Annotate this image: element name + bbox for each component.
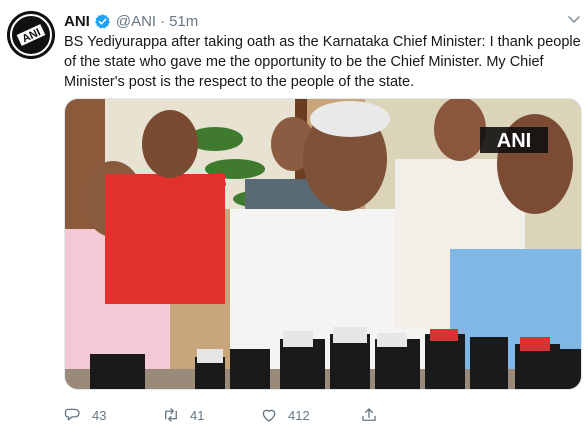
share-button[interactable] xyxy=(360,404,378,426)
timestamp[interactable]: 51m xyxy=(169,13,198,30)
tweet-header: ANI @ANI · 51m xyxy=(64,11,198,31)
verified-badge-icon xyxy=(94,13,111,30)
retweet-icon xyxy=(165,408,177,422)
heart-icon xyxy=(262,409,276,422)
separator-dot: · xyxy=(160,12,166,30)
tweet-text: BS Yediyurappa after taking oath as the … xyxy=(64,34,581,90)
share-icon xyxy=(362,408,376,421)
reply-count: 43 xyxy=(92,407,107,423)
reply-icon xyxy=(64,408,80,421)
like-count: 412 xyxy=(288,407,310,423)
like-button[interactable]: 412 xyxy=(260,404,310,426)
retweet-count: 41 xyxy=(190,407,205,423)
author-handle[interactable]: @ANI xyxy=(116,13,156,30)
tweet-media-image[interactable]: ANI xyxy=(64,98,582,390)
retweet-button[interactable]: 41 xyxy=(162,404,204,426)
chevron-down-icon[interactable] xyxy=(568,16,580,26)
ani-logo-icon: ANI xyxy=(7,11,55,59)
reply-button[interactable]: 43 xyxy=(64,404,106,426)
media-watermark: ANI xyxy=(497,130,531,152)
author-name[interactable]: ANI xyxy=(64,13,90,30)
tweet-actions: 43 41 412 xyxy=(64,404,582,426)
avatar[interactable]: ANI xyxy=(7,11,55,59)
